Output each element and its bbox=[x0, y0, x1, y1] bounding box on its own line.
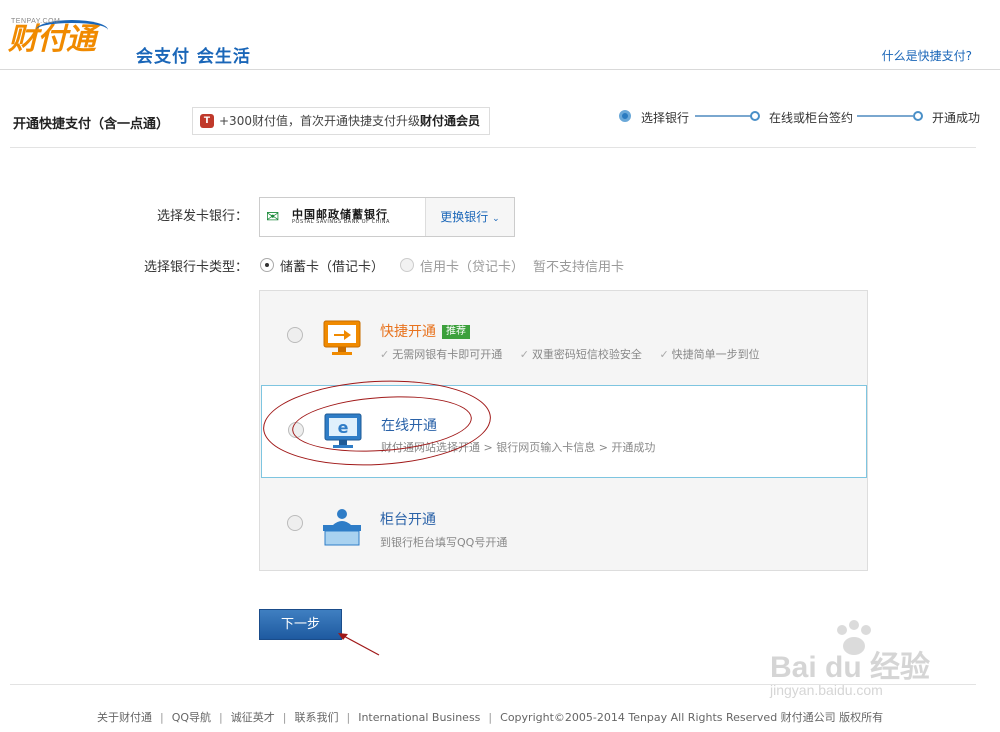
slogan: 会支付 会生活 bbox=[136, 47, 251, 67]
step-dot-2 bbox=[750, 111, 760, 121]
baidu-watermark: Bai du 经验 jingyan.baidu.com bbox=[760, 620, 960, 710]
logo-small-text: TENPAY.COM bbox=[11, 18, 61, 25]
option-title-text: 快捷开通 bbox=[380, 324, 436, 340]
postal-bank-icon: ✉ bbox=[266, 207, 280, 226]
step-label-2: 在线或柜台签约 bbox=[769, 111, 854, 125]
step-line bbox=[695, 115, 751, 117]
step-dot-1 bbox=[619, 110, 631, 122]
step-label-1: 选择银行 bbox=[641, 111, 690, 125]
feature-text: 无需网银有卡即可开通 bbox=[392, 348, 503, 361]
option-title: 在线开通 bbox=[381, 418, 437, 434]
step-line bbox=[857, 115, 913, 117]
credit-card-note: 暂不支持信用卡 bbox=[533, 260, 625, 275]
option-counter-open[interactable]: 柜台开通 到银行柜台填写QQ号开通 bbox=[260, 479, 867, 572]
card-type-label: 选择银行卡类型： bbox=[143, 260, 248, 275]
recommend-tag: 推荐 bbox=[442, 325, 470, 339]
chevron-down-icon: ⌄ bbox=[492, 214, 500, 224]
help-link[interactable]: 什么是快捷支付? bbox=[882, 47, 972, 64]
bank-name-en: POSTAL SAVINGS BANK OF CHINA bbox=[292, 219, 390, 225]
credit-card-radio bbox=[400, 258, 414, 272]
check-icon: ✓ bbox=[659, 348, 669, 361]
footer-links: 关于财付通 | QQ导航 | 诚征英才 | 联系我们 | International Busin… bbox=[97, 709, 883, 725]
copyright: Copyright©2005-2014 Tenpay All Rights Re… bbox=[500, 711, 884, 724]
debit-card-label[interactable]: 储蓄卡（借记卡） bbox=[280, 256, 384, 275]
feature-item: ✓ 双重密码短信校验安全 bbox=[520, 348, 642, 361]
svg-text:e: e bbox=[338, 418, 349, 437]
promo-text: +300财付值，首次开通快捷支付升级 bbox=[219, 114, 420, 128]
step-label-3: 开通成功 bbox=[932, 111, 981, 125]
tenpay-logo[interactable]: TENPAY.COM 财付通 bbox=[8, 18, 108, 58]
promo-banner: T +300财付值，首次开通快捷支付升级财付通会员 bbox=[192, 107, 490, 135]
step-dot-3 bbox=[913, 111, 923, 121]
option-radio[interactable] bbox=[287, 327, 303, 343]
monitor-arrow-icon bbox=[323, 320, 361, 355]
option-title: 柜台开通 bbox=[380, 512, 436, 528]
footer-separator: | bbox=[346, 711, 351, 724]
option-online-open[interactable]: e 在线开通 财付通网站选择开通 > 银行网页输入卡信息 > 开通成功 bbox=[261, 385, 867, 478]
counter-person-icon bbox=[323, 509, 361, 546]
feature-item: ✓ 快捷简单一步到位 bbox=[659, 348, 759, 361]
option-radio[interactable] bbox=[287, 515, 303, 531]
option-quick-open[interactable]: 快捷开通 推荐 ✓ 无需网银有卡即可开通 ✓ 双重密码短信校验安全 ✓ 快捷简单一步到位 bbox=[260, 291, 867, 384]
change-bank-label: 更换银行 bbox=[440, 210, 489, 224]
monitor-ie-icon: e bbox=[324, 413, 362, 448]
debit-card-radio[interactable] bbox=[260, 258, 274, 272]
feature-item: ✓ 无需网银有卡即可开通 bbox=[380, 348, 502, 361]
title-row: 开通快捷支付（含一点通） T +300财付值，首次开通快捷支付升级财付通会员 选… bbox=[10, 88, 981, 148]
option-radio[interactable] bbox=[288, 422, 304, 438]
footer-link-contact[interactable]: 联系我们 bbox=[294, 711, 338, 724]
change-bank-button[interactable]: 更换银行 ⌄ bbox=[425, 198, 514, 236]
promo-bold: 财付通会员 bbox=[419, 114, 480, 128]
header: TENPAY.COM 财付通 会支付 会生活 什么是快捷支付? bbox=[0, 0, 1000, 70]
footer: 关于财付通 | QQ导航 | 诚征英才 | 联系我们 | International Busin… bbox=[10, 684, 976, 724]
feature-text: 双重密码短信校验安全 bbox=[531, 348, 642, 361]
shield-icon: T bbox=[200, 114, 214, 128]
watermark-text: Bai du 经验 bbox=[770, 651, 931, 684]
footer-separator: | bbox=[219, 711, 223, 724]
bank-label: 选择发卡银行： bbox=[156, 209, 248, 224]
footer-link-international[interactable]: International Business bbox=[358, 711, 480, 724]
feature-text: 快捷简单一步到位 bbox=[671, 348, 760, 361]
footer-link-about[interactable]: 关于财付通 bbox=[97, 711, 152, 724]
next-button[interactable]: 下一步 bbox=[259, 609, 342, 640]
credit-card-label: 信用卡（贷记卡） bbox=[420, 260, 525, 275]
option-desc: 财付通网站选择开通 > 银行网页输入卡信息 > 开通成功 bbox=[381, 441, 656, 454]
progress-steps: 选择银行 在线或柜台签约 开通成功 bbox=[607, 106, 981, 126]
check-icon: ✓ bbox=[380, 348, 390, 361]
option-desc: 到银行柜台填写QQ号开通 bbox=[380, 536, 508, 549]
open-method-options: 快捷开通 推荐 ✓ 无需网银有卡即可开通 ✓ 双重密码短信校验安全 ✓ 快捷简单一步到位… bbox=[259, 290, 868, 571]
footer-link-qq-nav[interactable]: QQ导航 bbox=[172, 711, 211, 724]
footer-separator: | bbox=[488, 711, 493, 724]
check-icon: ✓ bbox=[519, 348, 529, 361]
bank-select[interactable]: ✉ 中国邮政储蓄银行 POSTAL SAVINGS BANK OF CHINA … bbox=[259, 197, 515, 237]
page-title: 开通快捷支付（含一点通） bbox=[13, 117, 170, 132]
bank-logo: ✉ 中国邮政储蓄银行 POSTAL SAVINGS BANK OF CHINA bbox=[266, 206, 426, 230]
annotation-arrow-icon bbox=[338, 633, 380, 656]
footer-separator: | bbox=[160, 711, 164, 724]
option-title: 快捷开通 推荐 bbox=[380, 321, 470, 341]
footer-separator: | bbox=[282, 711, 287, 724]
option-features: ✓ 无需网银有卡即可开通 ✓ 双重密码短信校验安全 ✓ 快捷简单一步到位 bbox=[380, 346, 774, 362]
footer-link-jobs[interactable]: 诚征英才 bbox=[231, 711, 275, 724]
